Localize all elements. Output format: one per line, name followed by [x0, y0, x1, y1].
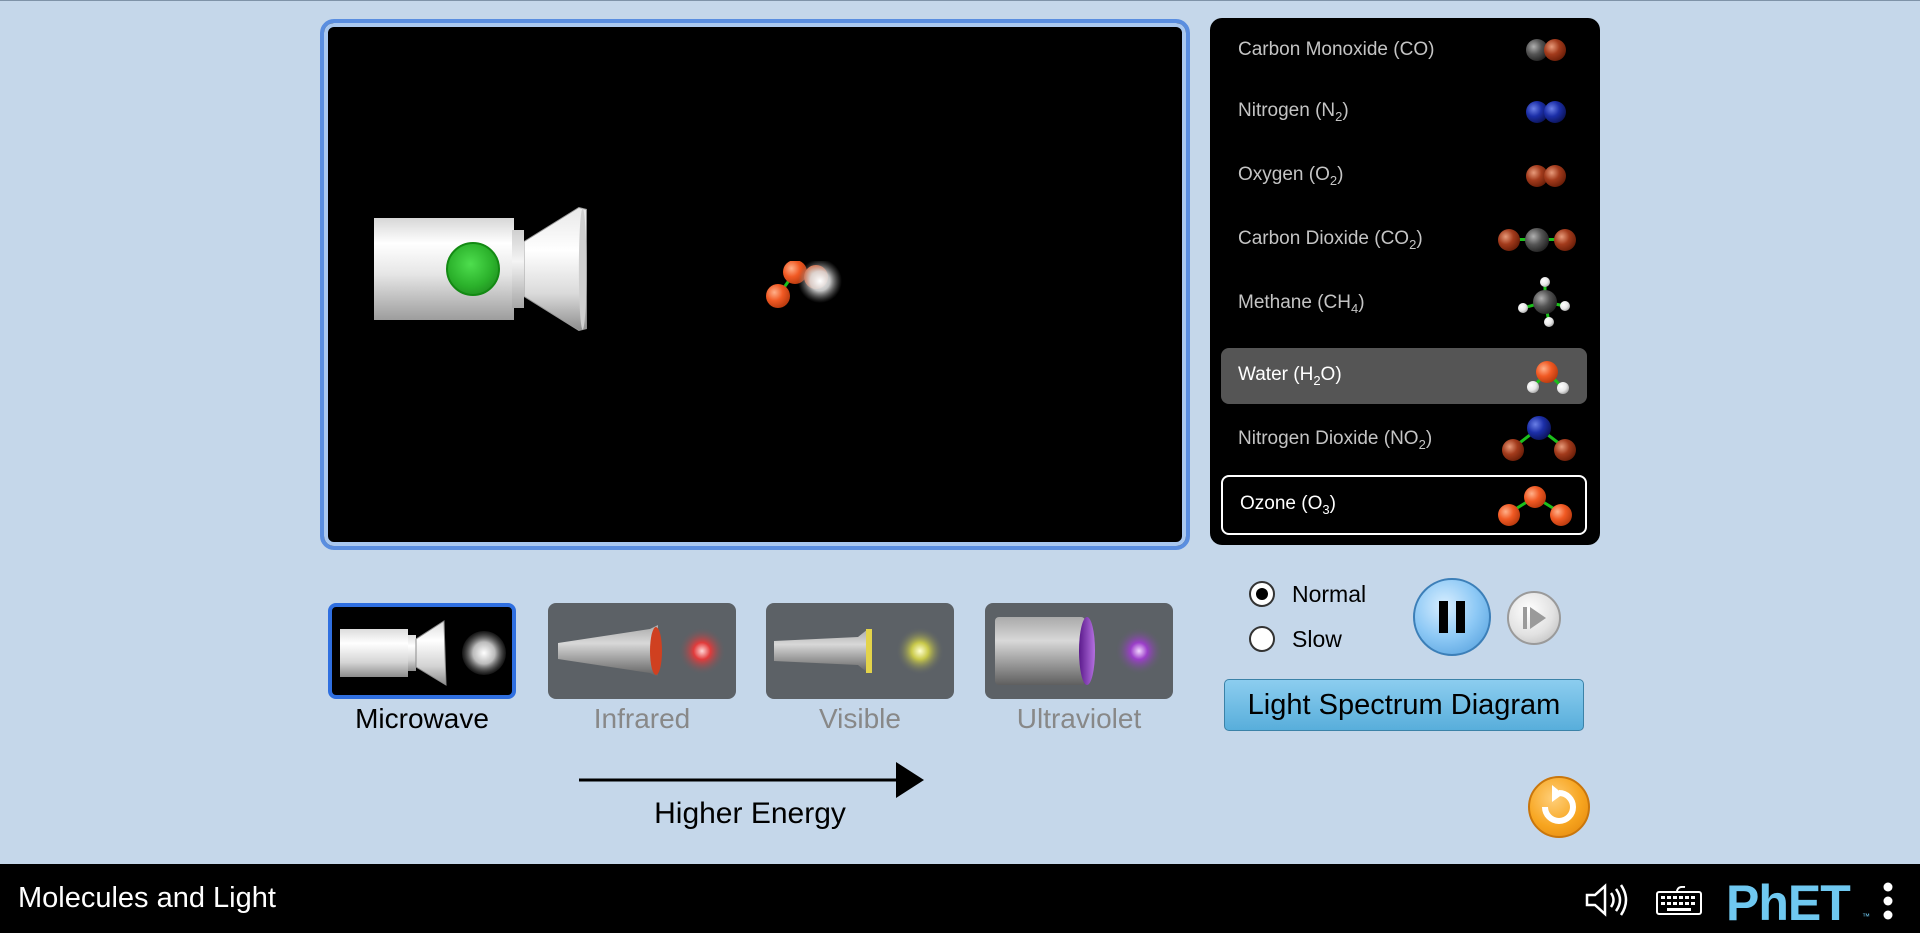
reset-all-button[interactable]	[1528, 776, 1590, 838]
molecule-item-carbon-monoxide[interactable]: Carbon Monoxide (CO)	[1221, 22, 1587, 78]
light-source-label-visible: Visible	[819, 703, 901, 734]
light-source-label-ultraviolet: Ultraviolet	[1016, 703, 1142, 734]
normal-speed-radio[interactable]	[1249, 581, 1275, 607]
light-source-microwave-button[interactable]	[328, 603, 516, 699]
molecule-item-methane[interactable]: Methane (CH4)	[1221, 276, 1587, 332]
slow-speed-radio[interactable]	[1249, 626, 1275, 652]
light-source-infrared-button[interactable]	[548, 603, 736, 699]
light-source-visible-button[interactable]	[766, 603, 954, 699]
emitter-cone-icon	[524, 207, 587, 331]
molecule-label: Carbon Dioxide (CO2)	[1238, 228, 1423, 252]
light-source-label-infrared: Infrared	[593, 703, 691, 734]
uv-lamp-icon	[995, 617, 1163, 685]
emitter-neck	[512, 230, 524, 308]
molecule-label: Methane (CH4)	[1238, 292, 1365, 316]
navigation-bar: Molecules and Light PhET ™	[0, 864, 1920, 933]
light-spectrum-diagram-button[interactable]: Light Spectrum Diagram	[1224, 679, 1584, 731]
higher-energy-label: Higher Energy	[654, 797, 846, 830]
ozone-molecule[interactable]	[764, 261, 854, 331]
light-source-ultraviolet-button[interactable]	[985, 603, 1173, 699]
play-pause-button[interactable]	[1413, 578, 1491, 656]
flashlight-icon	[774, 627, 944, 675]
molecule-item-water[interactable]: Water (H2O)	[1221, 348, 1587, 404]
heat-lamp-icon	[558, 625, 726, 677]
slow-speed-label: Slow	[1292, 626, 1342, 652]
molecule-label: Carbon Monoxide (CO)	[1238, 39, 1435, 60]
phet-logo[interactable]: PhET	[1726, 874, 1851, 932]
step-forward-button[interactable]	[1507, 591, 1561, 645]
microwave-emitter-icon	[340, 620, 506, 686]
molecule-label: Water (H2O)	[1238, 364, 1342, 388]
play-area	[320, 19, 1190, 550]
molecule-panel: Carbon Monoxide (CO) Nitrogen (N2) Oxyge…	[1210, 18, 1600, 545]
nitrogen-dioxide-icon	[1502, 416, 1576, 461]
top-border	[0, 0, 1920, 1]
water-icon	[1527, 361, 1569, 394]
carbon-dioxide-icon	[1498, 228, 1576, 252]
pause-icon	[1439, 601, 1465, 633]
molecule-label: Oxygen (O2)	[1238, 164, 1344, 188]
molecule-item-ozone[interactable]: Ozone (O3)	[1221, 475, 1587, 535]
methane-icon	[1518, 277, 1570, 327]
molecule-item-carbon-dioxide[interactable]: Carbon Dioxide (CO2)	[1221, 212, 1587, 268]
sim-title: Molecules and Light	[18, 882, 276, 914]
emitter-on-button[interactable]	[446, 242, 500, 296]
phet-menu-icon[interactable]	[1881, 881, 1895, 921]
reset-icon	[1542, 785, 1576, 824]
oxygen-icon	[1526, 165, 1566, 187]
molecule-label: Nitrogen Dioxide (NO2)	[1238, 428, 1433, 452]
keyboard-shortcuts-icon[interactable]	[1655, 886, 1703, 916]
step-forward-icon	[1523, 607, 1546, 629]
trademark-mark: ™	[1862, 912, 1870, 921]
nitrogen-icon	[1526, 101, 1566, 123]
audio-toggle-icon[interactable]	[1584, 883, 1632, 917]
light-source-label-microwave: Microwave	[355, 703, 489, 734]
normal-speed-label: Normal	[1292, 581, 1367, 607]
carbon-monoxide-icon	[1526, 39, 1566, 61]
molecule-item-oxygen[interactable]: Oxygen (O2)	[1221, 148, 1587, 204]
molecule-item-nitrogen-dioxide[interactable]: Nitrogen Dioxide (NO2)	[1221, 412, 1587, 468]
molecule-label: Ozone (O3)	[1240, 493, 1336, 517]
ozone-icon	[1498, 486, 1572, 526]
higher-energy-arrow-icon	[579, 762, 924, 798]
molecule-item-nitrogen[interactable]: Nitrogen (N2)	[1221, 84, 1587, 140]
molecule-label: Nitrogen (N2)	[1238, 100, 1349, 124]
